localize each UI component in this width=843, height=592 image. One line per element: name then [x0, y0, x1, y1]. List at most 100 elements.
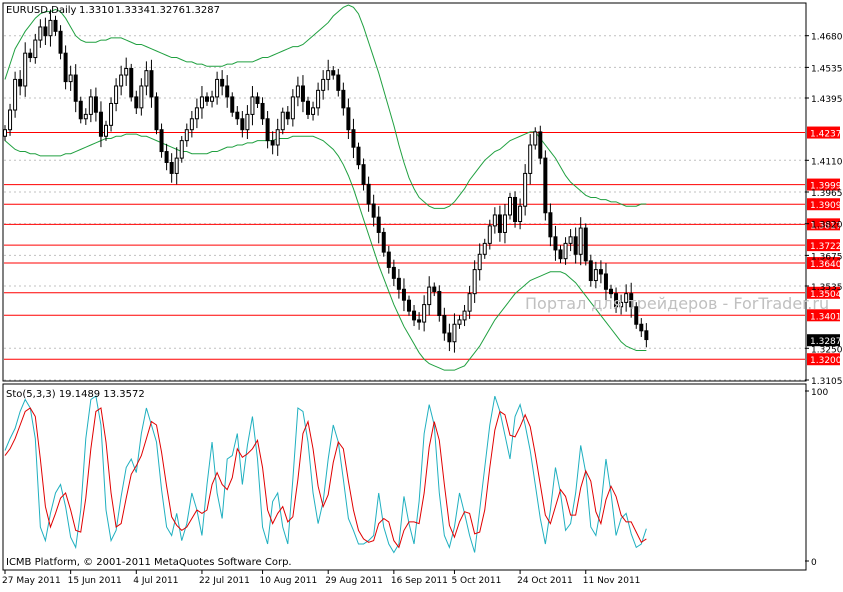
- candle-bull: [68, 74, 73, 83]
- candle-bear: [538, 131, 543, 159]
- candle-bull: [104, 124, 108, 137]
- stochastic-title: Sto(5,3,3) 19.1489 13.3572: [6, 389, 145, 400]
- ohlc-low: 1.3276: [150, 5, 185, 16]
- candle-bear: [376, 216, 381, 233]
- candle-bull: [427, 286, 432, 306]
- candle-bull: [275, 129, 280, 146]
- candle-bull: [316, 89, 321, 109]
- price-tick-label: 1.3250: [811, 345, 843, 355]
- candle-bear: [412, 310, 417, 321]
- candle-bull: [482, 242, 487, 255]
- candle-bull: [119, 74, 124, 87]
- candle-bear: [285, 111, 290, 120]
- candle-bull: [295, 85, 300, 98]
- candle-bull: [88, 96, 93, 115]
- candle-bull: [114, 85, 119, 104]
- candle-bull: [472, 269, 477, 295]
- candle-bear: [609, 288, 613, 295]
- candle-bear: [391, 266, 396, 279]
- candle-bull: [139, 85, 144, 109]
- watermark: Портал для трейдеров - ForTrader.ru: [525, 294, 829, 313]
- price-tick-label: 1.3105: [811, 377, 843, 387]
- candle-bull: [452, 323, 457, 343]
- candle-bear: [134, 96, 139, 109]
- stochastic-panel: [2, 383, 807, 571]
- price-tick-label: 1.4535: [811, 64, 843, 74]
- candle-bear: [598, 269, 603, 275]
- candle-bull: [518, 205, 523, 223]
- candle-bull: [422, 304, 427, 323]
- candle-bear: [558, 249, 563, 260]
- candle-bear: [260, 102, 265, 120]
- candle-bull: [13, 78, 18, 111]
- candle-bull: [144, 70, 149, 87]
- candle-bear: [548, 212, 553, 238]
- candle-bull: [457, 319, 462, 325]
- candle-bear: [341, 89, 346, 109]
- candle-bear: [164, 151, 169, 163]
- candle-bear: [18, 78, 23, 87]
- candle-bull: [533, 131, 538, 146]
- candle-bull: [215, 78, 220, 98]
- candle-bull: [8, 109, 13, 131]
- level-label: 1.3401: [810, 312, 842, 322]
- candle-bear: [306, 100, 310, 115]
- candle-bear: [230, 96, 235, 113]
- candle-bear: [573, 236, 578, 255]
- candle-bear: [644, 330, 649, 341]
- candle-bull: [109, 102, 114, 126]
- price-tick-label: 1.4395: [811, 95, 843, 105]
- candle-bull: [290, 96, 295, 120]
- candle-bear: [78, 100, 83, 120]
- candle-bear: [513, 196, 518, 223]
- ohlc-high: 1.3334: [115, 5, 150, 16]
- symbol-title: EURUSD,Daily: [6, 5, 77, 16]
- price-tick-label: 1.3820: [811, 221, 843, 231]
- candle-bear: [154, 96, 159, 131]
- time-tick-label: 11 Nov 2011: [583, 576, 641, 586]
- candle-bear: [401, 288, 406, 301]
- candle-bull: [184, 129, 189, 142]
- candle-bull: [210, 96, 215, 102]
- time-tick-label: 24 Oct 2011: [517, 576, 573, 586]
- chart-canvas: 1.42371.39991.39091.38171.37221.36401.35…: [2, 2, 843, 586]
- candle-bear: [497, 214, 502, 233]
- candle-bull: [83, 113, 88, 120]
- candle-bear: [356, 146, 361, 166]
- candle-bear: [235, 111, 240, 120]
- candle-bull: [462, 310, 467, 321]
- stochastic-tick-label: 0: [811, 558, 817, 568]
- price-tick-label: 1.4680: [811, 33, 843, 43]
- candle-bear: [588, 260, 593, 282]
- candle-bull: [326, 70, 331, 80]
- candle-bull: [199, 96, 204, 109]
- candle-bear: [351, 129, 356, 148]
- candle-bear: [603, 273, 608, 290]
- candle-bull: [523, 172, 528, 207]
- candle-bear: [43, 26, 48, 37]
- candle-bear: [381, 231, 386, 253]
- candle-bear: [240, 118, 245, 131]
- candle-bear: [270, 140, 275, 146]
- candle-bear: [73, 74, 78, 102]
- candle-bull: [48, 19, 53, 37]
- candle-bear: [129, 67, 134, 98]
- chart-window: 1.4237 1.3999 1.3909 1.3817 1.3722 1.3640 1.35…: [0, 0, 843, 588]
- time-tick-label: 22 Jul 2011: [199, 576, 250, 586]
- candle-bull: [33, 39, 38, 59]
- candle-bull: [311, 107, 316, 115]
- candle-bear: [432, 286, 437, 292]
- candle-bear: [553, 236, 558, 251]
- level-label: 1.3909: [810, 201, 842, 211]
- candle-bear: [205, 96, 209, 102]
- candle-bear: [93, 96, 98, 113]
- candle-bear: [255, 96, 260, 104]
- time-tick-label: 5 Oct 2011: [451, 576, 501, 586]
- candle-bull: [179, 140, 184, 159]
- candle-bull: [321, 78, 326, 91]
- candle-bull: [593, 269, 598, 282]
- candle-bear: [361, 164, 366, 185]
- candle-bull: [578, 227, 583, 255]
- price-tick-label: 1.4110: [811, 157, 843, 167]
- time-tick-label: 15 Jun 2011: [68, 576, 122, 586]
